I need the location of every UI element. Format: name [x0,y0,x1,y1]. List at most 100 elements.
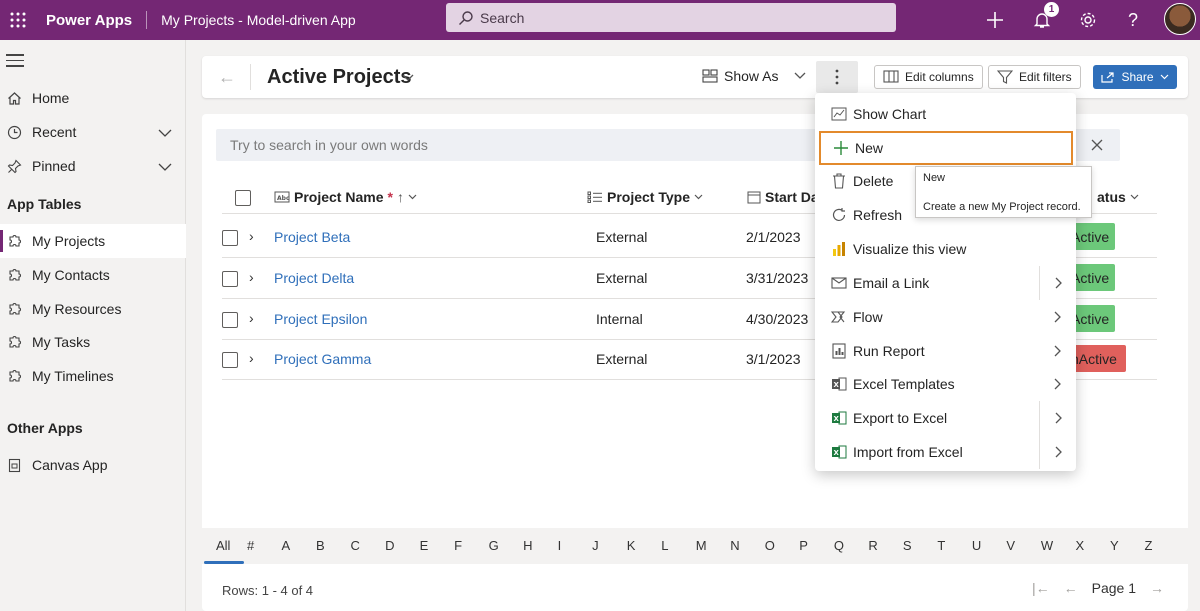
global-search-input[interactable]: Search [446,3,896,32]
chevron-right-icon[interactable] [1039,435,1076,469]
alphabet-filter-letter[interactable]: I [558,538,562,553]
expand-chevron-icon[interactable]: › [249,310,254,326]
chevron-down-icon[interactable] [402,69,414,85]
alphabet-filter-letter[interactable]: B [316,538,325,553]
alphabet-filter-letter[interactable]: S [903,538,912,553]
alphabet-filter-letter[interactable]: # [247,538,254,553]
menu-item-flow[interactable]: Flow [815,300,1076,334]
menu-item-email-link[interactable]: Email a Link [815,266,1076,300]
back-arrow-icon[interactable]: ← [218,67,236,88]
more-commands-button[interactable] [816,61,858,93]
app-title[interactable]: My Projects - Model-driven App [161,12,356,28]
alphabet-filter-letter[interactable]: R [868,538,877,553]
sidebar-item-my-contacts[interactable]: My Contacts [0,258,186,292]
chevron-down-icon[interactable] [158,158,172,174]
column-header-start-date[interactable]: Start Da [747,189,819,205]
alphabet-filter-letter[interactable]: T [937,538,945,553]
expand-chevron-icon[interactable]: › [249,269,254,285]
app-icon [0,458,32,473]
hamburger-menu-icon[interactable] [6,54,24,71]
alphabet-filter-letter[interactable]: E [420,538,429,553]
row-checkbox[interactable] [222,312,238,328]
column-header-project-type[interactable]: Project Type [587,189,703,205]
row-checkbox[interactable] [222,271,238,287]
row-checkbox[interactable] [222,230,238,246]
app-launcher-icon[interactable] [0,0,36,40]
settings-gear-icon[interactable] [1068,0,1108,40]
sidebar-item-my-tasks[interactable]: My Tasks [0,325,186,359]
alphabet-filter-letter[interactable]: K [627,538,636,553]
chevron-right-icon[interactable] [1039,300,1076,334]
project-name-link[interactable]: Project Epsilon [274,311,367,327]
project-name-link[interactable]: Project Beta [274,229,350,245]
chevron-right-icon[interactable] [1039,334,1076,368]
user-avatar[interactable] [1164,3,1196,35]
alphabet-filter-letter[interactable]: O [765,538,775,553]
sidebar-item-my-projects[interactable]: My Projects [0,224,186,258]
start-date-cell: 2/1/2023 [746,229,801,245]
next-page-icon[interactable]: → [1150,580,1164,596]
chevron-down-icon[interactable] [158,124,172,140]
share-button[interactable]: Share [1093,65,1177,89]
alphabet-filter-letter[interactable]: L [661,538,668,553]
alphabet-filter-letter[interactable]: C [351,538,360,553]
view-selector-title[interactable]: Active Projects [267,66,412,89]
alphabet-filter-all[interactable]: All [216,538,230,553]
sidebar-item-home[interactable]: Home [0,81,186,115]
menu-item-run-report[interactable]: Run Report [815,334,1076,368]
alphabet-filter-letter[interactable]: H [523,538,532,553]
column-header-status[interactable]: atus [1097,189,1139,205]
sidebar-item-my-timelines[interactable]: My Timelines [0,359,186,393]
alphabet-filter-letter[interactable]: G [489,538,499,553]
clock-icon [0,125,32,140]
select-all-checkbox[interactable] [235,190,251,206]
chevron-right-icon[interactable] [1039,266,1076,300]
show-as-button[interactable]: Show As [702,68,806,84]
sidebar-item-recent[interactable]: Recent [0,115,186,149]
sidebar-item-canvas-app[interactable]: Canvas App [0,448,186,482]
menu-item-export-excel[interactable]: X Export to Excel [815,401,1076,435]
alphabet-filter-letter[interactable]: V [1006,538,1015,553]
edit-columns-button[interactable]: Edit columns [874,65,983,89]
selected-underline [204,561,244,564]
menu-item-visualize[interactable]: Visualize this view [815,232,1076,266]
close-icon[interactable] [1091,139,1103,151]
alphabet-filter-letter[interactable]: U [972,538,981,553]
row-checkbox[interactable] [222,352,238,368]
alphabet-filter-letter[interactable]: Y [1110,538,1119,553]
first-page-icon[interactable]: |← [1032,580,1050,596]
menu-item-label: Visualize this view [853,241,967,257]
group-title-app-tables: App Tables [7,196,82,212]
help-icon[interactable]: ? [1113,0,1153,40]
home-icon [0,91,32,106]
alphabet-filter-letter[interactable]: F [454,538,462,553]
alphabet-filter-letter[interactable]: J [592,538,599,553]
project-name-link[interactable]: Project Delta [274,270,354,286]
expand-chevron-icon[interactable]: › [249,350,254,366]
menu-item-new[interactable]: New [819,131,1073,165]
chevron-right-icon[interactable] [1039,367,1076,401]
alphabet-filter-letter[interactable]: N [730,538,739,553]
menu-item-show-chart[interactable]: Show Chart [815,97,1076,131]
sidebar-item-my-resources[interactable]: My Resources [0,292,186,326]
alphabet-filter-letter[interactable]: X [1075,538,1084,553]
alphabet-filter-letter[interactable]: Q [834,538,844,553]
notifications-bell-icon[interactable]: 1 [1022,0,1062,40]
expand-chevron-icon[interactable]: › [249,228,254,244]
menu-item-import-excel[interactable]: X Import from Excel [815,435,1076,469]
alphabet-filter-letter[interactable]: M [696,538,707,553]
menu-item-excel-templates[interactable]: X Excel Templates [815,367,1076,401]
add-icon[interactable] [975,0,1015,40]
previous-page-icon[interactable]: ← [1064,580,1078,596]
sidebar-item-pinned[interactable]: Pinned [0,149,186,183]
alphabet-filter-letter[interactable]: P [799,538,808,553]
column-header-project-name[interactable]: Abc Project Name * ↑ [274,189,417,205]
alphabet-filter-letter[interactable]: W [1041,538,1053,553]
project-name-link[interactable]: Project Gamma [274,351,371,367]
brand-name[interactable]: Power Apps [46,12,132,29]
alphabet-filter-letter[interactable]: A [282,538,291,553]
alphabet-filter-letter[interactable]: Z [1144,538,1152,553]
edit-filters-button[interactable]: Edit filters [988,65,1081,89]
chevron-right-icon[interactable] [1039,401,1076,435]
alphabet-filter-letter[interactable]: D [385,538,394,553]
